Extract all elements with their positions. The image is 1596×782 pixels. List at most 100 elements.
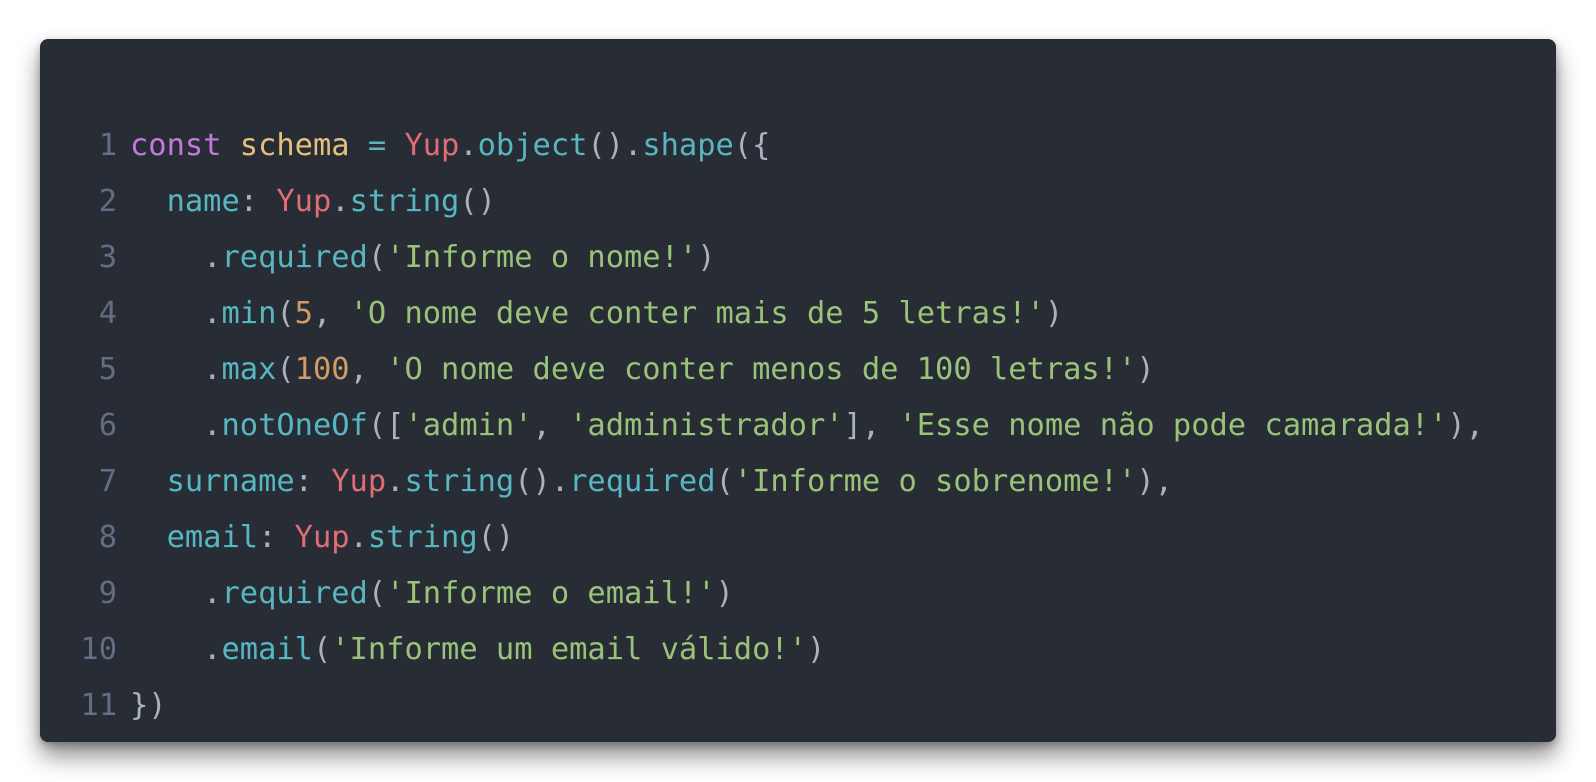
punctuation-token: . bbox=[349, 520, 368, 555]
string-token: 'O nome deve conter menos de 100 letras!… bbox=[386, 352, 1137, 387]
punctuation-token: ) bbox=[1044, 296, 1064, 331]
punctuation-token: ( bbox=[715, 464, 734, 499]
property-token: surname bbox=[166, 464, 295, 499]
object-token: Yup bbox=[276, 184, 332, 219]
string-token: 'admin' bbox=[404, 408, 533, 443]
punctuation-token: ( bbox=[367, 576, 387, 611]
line-number: 1 bbox=[98, 128, 117, 163]
punctuation-token: . bbox=[130, 352, 222, 387]
punctuation-token: , bbox=[349, 352, 387, 387]
punctuation-token: . bbox=[386, 464, 405, 499]
punctuation-token: . bbox=[130, 240, 222, 275]
method-token: required bbox=[221, 576, 368, 611]
line-number: 10 bbox=[80, 632, 117, 667]
method-token: object bbox=[477, 128, 588, 163]
code-text: name: Yup.string() bbox=[130, 174, 496, 230]
punctuation-token: ( bbox=[276, 296, 295, 331]
punctuation-token: ], bbox=[843, 408, 899, 443]
punctuation-token: ), bbox=[1136, 464, 1173, 499]
code-line: 6 .notOneOf(['admin', 'administrador'], … bbox=[40, 398, 1484, 454]
code-text: .required('Informe o email!') bbox=[130, 566, 734, 622]
punctuation-token: ), bbox=[1447, 408, 1484, 443]
punctuation-token bbox=[130, 464, 167, 499]
method-token: required bbox=[569, 464, 716, 499]
line-number: 3 bbox=[98, 240, 117, 275]
string-token: 'Informe um email válido!' bbox=[331, 632, 807, 667]
object-token: Yup bbox=[294, 520, 350, 555]
method-token: string bbox=[349, 184, 460, 219]
punctuation-token: ( bbox=[276, 352, 295, 387]
code-text: .max(100, 'O nome deve conter menos de 1… bbox=[130, 342, 1155, 398]
punctuation-token: : bbox=[294, 464, 332, 499]
punctuation-token bbox=[221, 128, 239, 163]
method-token: string bbox=[367, 520, 478, 555]
punctuation-token bbox=[130, 184, 167, 219]
punctuation-token: . bbox=[331, 184, 350, 219]
code-line: 9 .required('Informe o email!') bbox=[40, 566, 1484, 622]
variable-token: schema bbox=[239, 128, 350, 163]
code-text: surname: Yup.string().required('Informe … bbox=[130, 454, 1173, 510]
code-line: 11}) bbox=[40, 678, 1484, 734]
code-line: 5 .max(100, 'O nome deve conter menos de… bbox=[40, 342, 1484, 398]
code-text: .min(5, 'O nome deve conter mais de 5 le… bbox=[130, 286, 1063, 342]
object-token: Yup bbox=[404, 128, 460, 163]
punctuation-token bbox=[350, 128, 368, 163]
string-token: 'Informe o nome!' bbox=[386, 240, 698, 275]
punctuation-token: . bbox=[130, 408, 222, 443]
method-token: email bbox=[221, 632, 313, 667]
line-number: 4 bbox=[98, 296, 117, 331]
code-line: 2 name: Yup.string() bbox=[40, 174, 1484, 230]
punctuation-token: . bbox=[130, 576, 222, 611]
method-token: notOneOf bbox=[221, 408, 368, 443]
code-text: .required('Informe o nome!') bbox=[130, 230, 715, 286]
line-number: 5 bbox=[98, 352, 117, 387]
code-text: .email('Informe um email válido!') bbox=[130, 622, 825, 678]
method-token: required bbox=[221, 240, 368, 275]
keyword-token: const bbox=[130, 128, 222, 163]
punctuation-token: ) bbox=[715, 576, 734, 611]
property-token: email bbox=[166, 520, 259, 555]
punctuation-token: , bbox=[532, 408, 570, 443]
line-number: 8 bbox=[98, 520, 117, 555]
object-token: Yup bbox=[331, 464, 387, 499]
code-line: 4 .min(5, 'O nome deve conter mais de 5 … bbox=[40, 286, 1484, 342]
punctuation-token bbox=[386, 128, 404, 163]
punctuation-token: ( bbox=[367, 240, 387, 275]
line-number: 2 bbox=[98, 184, 117, 219]
punctuation-token: }) bbox=[130, 688, 167, 723]
property-token: name bbox=[166, 184, 240, 219]
punctuation-token: ({ bbox=[733, 128, 771, 163]
string-token: 'Informe o email!' bbox=[386, 576, 716, 611]
punctuation-token: , bbox=[312, 296, 350, 331]
code-window: 1 const schema = Yup.object().shape({2 na… bbox=[40, 39, 1556, 742]
punctuation-token: . bbox=[130, 296, 222, 331]
punctuation-token: (). bbox=[514, 464, 570, 499]
number-token: 100 bbox=[294, 352, 350, 387]
code-line: 1 const schema = Yup.object().shape({ bbox=[40, 118, 1484, 174]
string-token: 'administrador' bbox=[569, 408, 844, 443]
punctuation-token: . bbox=[130, 632, 222, 667]
punctuation-token: ) bbox=[806, 632, 826, 667]
code-line: 8 email: Yup.string() bbox=[40, 510, 1484, 566]
method-token: shape bbox=[642, 128, 734, 163]
code-text: .notOneOf(['admin', 'administrador'], 'E… bbox=[130, 398, 1484, 454]
string-token: 'Esse nome não pode camarada!' bbox=[898, 408, 1448, 443]
operator-token: = bbox=[367, 128, 387, 163]
line-number: 7 bbox=[98, 464, 117, 499]
line-number: 6 bbox=[98, 408, 117, 443]
punctuation-token: ) bbox=[1136, 352, 1155, 387]
code-text: email: Yup.string() bbox=[130, 510, 515, 566]
line-number: 11 bbox=[80, 688, 117, 723]
punctuation-token bbox=[130, 520, 167, 555]
punctuation-token: () bbox=[477, 520, 515, 555]
code-block: 1 const schema = Yup.object().shape({2 na… bbox=[40, 118, 1484, 734]
method-token: string bbox=[404, 464, 515, 499]
code-line: 10 .email('Informe um email válido!') bbox=[40, 622, 1484, 678]
punctuation-token: () bbox=[459, 184, 496, 219]
line-number: 9 bbox=[98, 576, 117, 611]
method-token: max bbox=[221, 352, 277, 387]
string-token: 'Informe o sobrenome!' bbox=[733, 464, 1137, 499]
punctuation-token: . bbox=[459, 128, 478, 163]
code-line: 7 surname: Yup.string().required('Inform… bbox=[40, 454, 1484, 510]
string-token: 'O nome deve conter mais de 5 letras!' bbox=[349, 296, 1045, 331]
